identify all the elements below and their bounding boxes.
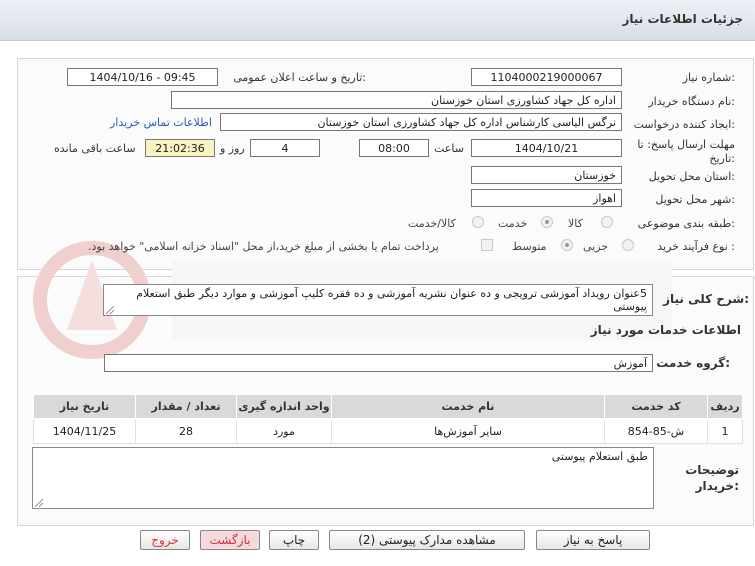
buyer-notes-textarea[interactable]: طبق استعلام پیوستی — [32, 447, 654, 509]
days-field: 4 — [250, 139, 320, 157]
process-minor-label: جزیی — [583, 240, 609, 253]
buyer-notes-label: توضیحات خریدار: — [685, 463, 739, 493]
buyer-notes-text: طبق استعلام پیوستی — [551, 450, 648, 463]
description-label: شرح کلی نیاز: — [663, 292, 749, 306]
exit-button[interactable]: خروج — [140, 530, 190, 550]
category-goods-service-label: کالا/خدمت — [408, 217, 456, 230]
services-table: ردیف کد خدمت نام خدمت واحد اندازه گیری ت… — [33, 394, 743, 444]
resize-grip-icon[interactable] — [35, 499, 43, 507]
col-name-header: نام خدمت — [331, 394, 605, 419]
need-number-label: شماره نیاز: — [682, 71, 735, 84]
announce-label: تاریخ و ساعت اعلان عمومی: — [233, 71, 366, 84]
cell-qty: 28 — [135, 418, 237, 444]
cell-date: 1404/11/25 — [33, 418, 136, 444]
remaining-time-field: 21:02:36 — [145, 139, 215, 157]
resize-grip-icon[interactable] — [106, 306, 114, 314]
buyer-org-field: اداره کل جهاد کشاورزی استان خوزستان — [171, 91, 622, 109]
reply-button[interactable]: پاسخ به نیاز — [536, 530, 650, 550]
cell-code: ش-85-854 — [604, 418, 708, 444]
need-number-field: 1104000219000067 — [471, 68, 622, 86]
services-section-title: اطلاعات خدمات مورد نیاز — [590, 323, 741, 337]
col-code-header: کد خدمت — [604, 394, 708, 419]
deadline-time-field: 08:00 — [359, 139, 429, 157]
service-group-label: گروه خدمت: — [656, 356, 730, 370]
buyer-org-label: نام دستگاه خریدار: — [648, 95, 735, 108]
announce-field: 1404/10/16 - 09:45 — [67, 68, 218, 86]
col-row-header: ردیف — [707, 394, 743, 419]
cell-name: سایر آموزش‌ها — [331, 418, 605, 444]
attachments-button[interactable]: مشاهده مدارک پیوستی (2) — [329, 530, 525, 550]
requester-label: ایجاد کننده درخواست: — [633, 118, 735, 131]
province-field: خوزستان — [471, 166, 622, 184]
deadline-time-label: ساعت — [434, 142, 464, 155]
description-text: 5عنوان رویداد آموزشی ترویجی و ده عنوان ن… — [136, 287, 647, 313]
deadline-date-field: 1404/10/21 — [471, 139, 622, 157]
page-title: جزئیات اطلاعات نیاز — [622, 12, 743, 26]
remaining-label: ساعت باقی مانده — [54, 142, 136, 155]
col-unit-header: واحد اندازه گیری — [236, 394, 332, 419]
deadline-label: مهلت ارسال پاسخ: تا تاریخ: — [637, 138, 735, 165]
city-field: اهواز — [471, 189, 622, 207]
province-label: استان محل تحویل: — [648, 170, 735, 183]
treasury-payment-note: پرداخت تمام یا بخشی از مبلغ خرید،از محل … — [88, 240, 439, 253]
table-row: 1 ش-85-854 سایر آموزش‌ها مورد 28 1404/11… — [33, 418, 743, 444]
treasury-payment-checkbox[interactable] — [481, 239, 493, 251]
category-service-label: خدمت — [498, 217, 528, 230]
col-qty-header: تعداد / مقدار — [135, 394, 237, 419]
cell-unit: مورد — [236, 418, 332, 444]
description-textarea[interactable]: 5عنوان رویداد آموزشی ترویجی و ده عنوان ن… — [103, 284, 653, 316]
buyer-contact-link[interactable]: اطلاعات تماس خریدار — [110, 116, 212, 129]
category-goods-label: کالا — [568, 217, 583, 230]
process-label: نوع فرآیند خرید : — [657, 240, 735, 253]
city-label: شهر محل تحویل: — [655, 193, 735, 206]
print-button[interactable]: چاپ — [269, 530, 319, 550]
table-header-row: ردیف کد خدمت نام خدمت واحد اندازه گیری ت… — [33, 394, 743, 419]
days-label: روز و — [220, 142, 245, 155]
category-goods-radio[interactable] — [601, 216, 613, 228]
process-minor-radio[interactable] — [622, 239, 634, 251]
service-group-field: آموزش — [104, 354, 653, 372]
process-medium-label: متوسط — [512, 240, 547, 253]
cell-row: 1 — [707, 418, 743, 444]
title-bar: جزئیات اطلاعات نیاز — [0, 0, 755, 41]
category-label: طبقه بندی موضوعی: — [637, 217, 735, 230]
category-service-radio[interactable] — [541, 216, 553, 228]
requester-field: نرگس الیاسی کارشناس اداره کل جهاد کشاورز… — [220, 113, 622, 131]
col-date-header: تاریخ نیاز — [33, 394, 136, 419]
process-medium-radio[interactable] — [561, 239, 573, 251]
category-goods-service-radio[interactable] — [472, 216, 484, 228]
back-button[interactable]: بازگشت — [200, 530, 260, 550]
